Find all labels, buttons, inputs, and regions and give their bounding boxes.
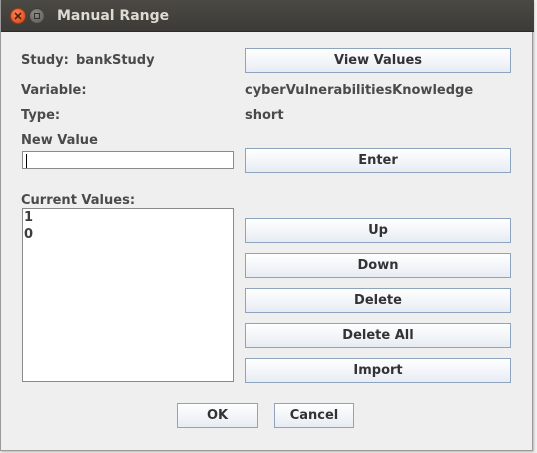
current-values-label: Current Values:: [21, 193, 136, 208]
new-value-label: New Value: [21, 133, 98, 148]
variable-value: cyberVulnerabilitiesKnowledge: [245, 83, 474, 98]
type-value: short: [245, 108, 284, 123]
close-icon[interactable]: [10, 8, 26, 24]
enter-button[interactable]: Enter: [245, 148, 511, 173]
up-button[interactable]: Up: [245, 218, 511, 243]
window-title: Manual Range: [57, 8, 170, 24]
new-value-input[interactable]: [22, 151, 234, 169]
view-values-button[interactable]: View Values: [245, 48, 511, 73]
ok-button[interactable]: OK: [177, 403, 258, 428]
manual-range-dialog: Manual Range Study: bankStudy Variable: …: [0, 0, 534, 451]
cancel-button[interactable]: Cancel: [274, 403, 354, 428]
maximize-icon[interactable]: [29, 8, 45, 24]
import-button[interactable]: Import: [245, 358, 511, 383]
variable-label: Variable:: [21, 83, 87, 98]
current-values-list[interactable]: 1 0: [22, 208, 234, 382]
type-label: Type:: [21, 108, 61, 123]
delete-all-button[interactable]: Delete All: [245, 323, 511, 348]
study-label: Study:: [21, 53, 69, 68]
title-bar[interactable]: Manual Range: [1, 0, 534, 32]
delete-button[interactable]: Delete: [245, 288, 511, 313]
list-item[interactable]: 0: [23, 226, 233, 243]
study-value: bankStudy: [76, 53, 155, 68]
list-item[interactable]: 1: [23, 209, 233, 226]
down-button[interactable]: Down: [245, 253, 511, 278]
